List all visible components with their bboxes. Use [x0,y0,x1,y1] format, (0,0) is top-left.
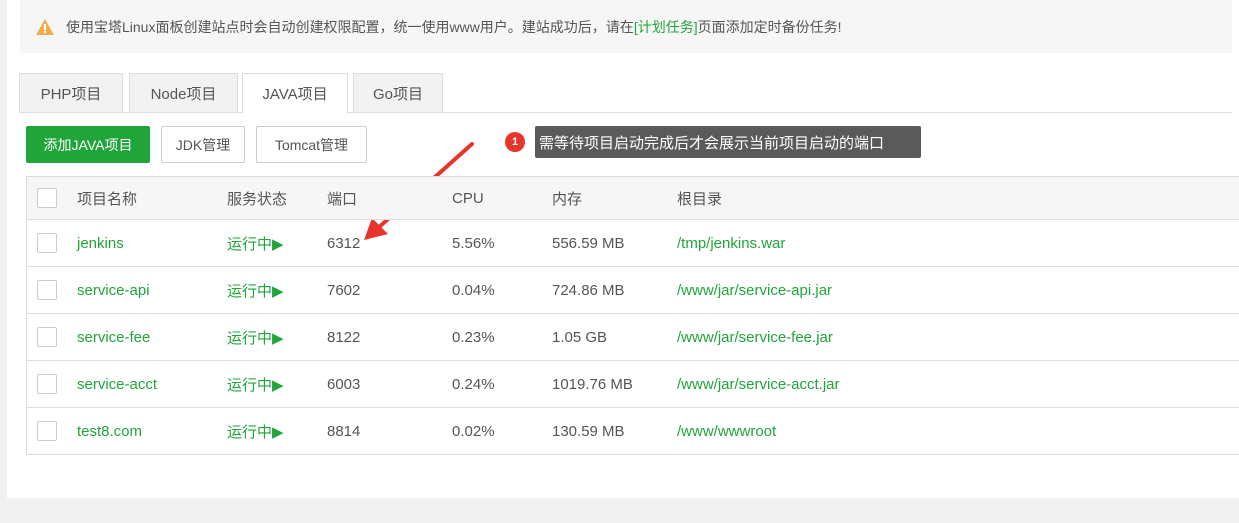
project-type-tabs: PHP项目 Node项目 JAVA项目 Go项目 [19,73,1232,114]
header-root: 根目录 [677,190,723,208]
tab-go[interactable]: Go项目 [353,73,443,113]
status-toggle[interactable]: 运行中▶ [227,374,284,395]
cron-task-link[interactable]: [计划任务] [634,17,698,37]
table-row: service-api 运行中▶ 7602 0.04% 724.86 MB /w… [27,266,1239,313]
row-checkbox[interactable] [37,280,57,300]
mem-value: 1.05 GB [552,328,608,346]
row-checkbox[interactable] [37,233,57,253]
mem-value: 724.86 MB [552,281,625,299]
root-dir-link[interactable]: /www/wwwroot [677,423,776,440]
root-dir-link[interactable]: /www/jar/service-acct.jar [677,376,840,393]
mem-value: 130.59 MB [552,422,625,440]
header-name[interactable]: 项目名称 [77,188,137,209]
header-status: 服务状态 [227,190,288,208]
port-value: 7602 [327,281,361,299]
tab-node[interactable]: Node项目 [129,73,238,113]
port-value: 8122 [327,328,361,346]
warning-triangle-icon [36,18,54,35]
jdk-manage-button[interactable]: JDK管理 [161,126,245,163]
status-toggle[interactable]: 运行中▶ [227,421,284,442]
header-mem: 内存 [552,190,583,208]
row-checkbox[interactable] [37,374,57,394]
project-name-link[interactable]: test8.com [77,423,142,440]
cpu-value: 0.02% [452,422,495,440]
port-value: 8814 [327,422,361,440]
table-row: service-fee 运行中▶ 8122 0.23% 1.05 GB /www… [27,313,1239,360]
row-checkbox[interactable] [37,421,57,441]
root-dir-link[interactable]: /www/jar/service-api.jar [677,282,832,299]
notice-bar: 使用宝塔Linux面板创建站点时会自动创建权限配置，统一使用www用户。建站成功… [20,0,1232,53]
annotation-tooltip: 需等待项目启动完成后才会展示当前项目启动的端口 [535,126,921,158]
project-name-link[interactable]: service-acct [77,376,157,393]
cpu-value: 0.04% [452,281,495,299]
table-header: 项目名称 服务状态 端口 CPU 内存 根目录 [27,177,1239,219]
notice-text-after: 页面添加定时备份任务! [697,18,842,35]
mem-value: 556.59 MB [552,234,625,252]
java-project-table: 项目名称 服务状态 端口 CPU 内存 根目录 jenkins 运行中▶ 631… [26,176,1239,455]
cpu-value: 0.23% [452,328,495,346]
table-row: service-acct 运行中▶ 6003 0.24% 1019.76 MB … [27,360,1239,407]
add-java-project-button[interactable]: 添加JAVA项目 [26,126,150,163]
select-all-checkbox[interactable] [37,188,57,208]
mem-value: 1019.76 MB [552,375,633,393]
port-value: 6003 [327,375,361,393]
project-name-link[interactable]: service-api [77,282,150,299]
table-row: jenkins 运行中▶ 6312 5.56% 556.59 MB /tmp/j… [27,219,1239,266]
port-value: 6312 [327,234,361,252]
status-toggle[interactable]: 运行中▶ [227,280,284,301]
tab-java[interactable]: JAVA项目 [242,73,348,114]
root-dir-link[interactable]: /tmp/jenkins.war [677,235,785,252]
row-checkbox[interactable] [37,327,57,347]
annotation-badge: 1 [505,132,525,152]
status-toggle[interactable]: 运行中▶ [227,233,284,254]
project-name-link[interactable]: jenkins [77,235,124,252]
table-row: test8.com 运行中▶ 8814 0.02% 130.59 MB /www… [27,407,1239,454]
header-port: 端口 [327,190,358,208]
status-toggle[interactable]: 运行中▶ [227,327,284,348]
root-dir-link[interactable]: /www/jar/service-fee.jar [677,329,833,346]
header-cpu: CPU [452,189,484,207]
tomcat-manage-button[interactable]: Tomcat管理 [256,126,367,163]
cpu-value: 5.56% [452,234,495,252]
tab-php[interactable]: PHP项目 [19,73,123,113]
notice-text-before: 使用宝塔Linux面板创建站点时会自动创建权限配置，统一使用www用户。建站成功… [66,18,634,35]
cpu-value: 0.24% [452,375,495,393]
project-name-link[interactable]: service-fee [77,329,150,346]
